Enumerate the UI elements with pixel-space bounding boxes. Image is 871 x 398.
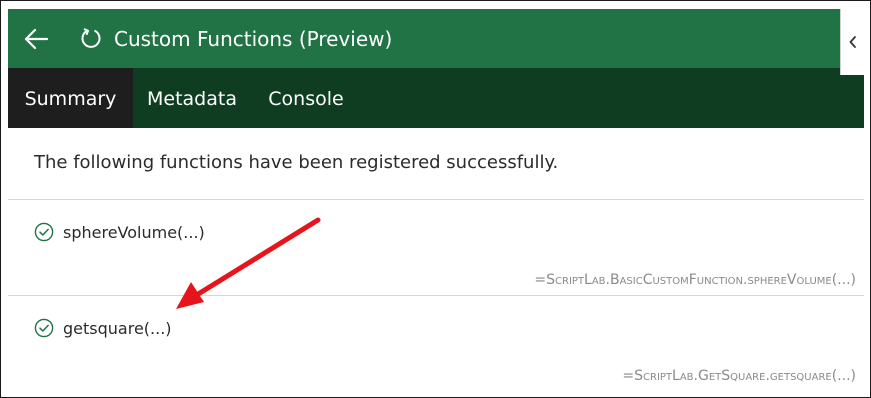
tab-summary[interactable]: Summary xyxy=(8,68,133,128)
tab-bar: Summary Metadata Console xyxy=(8,68,864,128)
header: Custom Functions (Preview) xyxy=(8,9,864,68)
success-message: The following functions have been regist… xyxy=(34,152,559,173)
chevron-left-icon xyxy=(849,36,856,48)
function-name: sphereVolume(...) xyxy=(63,223,205,242)
function-formula: =ScriptLab.GetSquare.getsquare(...) xyxy=(622,368,856,384)
function-row: getsquare(...) =ScriptLab.GetSquare.gets… xyxy=(8,296,864,392)
refresh-icon[interactable] xyxy=(80,27,102,49)
function-name: getsquare(...) xyxy=(63,319,172,338)
check-circle-icon xyxy=(34,318,54,338)
tab-console[interactable]: Console xyxy=(251,68,361,128)
custom-functions-pane: Custom Functions (Preview) Summary Metad… xyxy=(8,9,864,393)
back-button[interactable] xyxy=(22,25,50,53)
page-title: Custom Functions (Preview) xyxy=(114,27,393,51)
tab-metadata[interactable]: Metadata xyxy=(133,68,251,128)
summary-content: The following functions have been regist… xyxy=(8,128,864,393)
check-circle-icon xyxy=(34,222,54,242)
screenshot-frame: Custom Functions (Preview) Summary Metad… xyxy=(0,0,871,398)
collapse-button[interactable] xyxy=(840,9,864,75)
back-arrow-icon xyxy=(24,28,49,50)
function-formula: =ScriptLab.BasicCustomFunction.sphereVol… xyxy=(534,272,856,288)
function-row: sphereVolume(...) =ScriptLab.BasicCustom… xyxy=(8,200,864,296)
